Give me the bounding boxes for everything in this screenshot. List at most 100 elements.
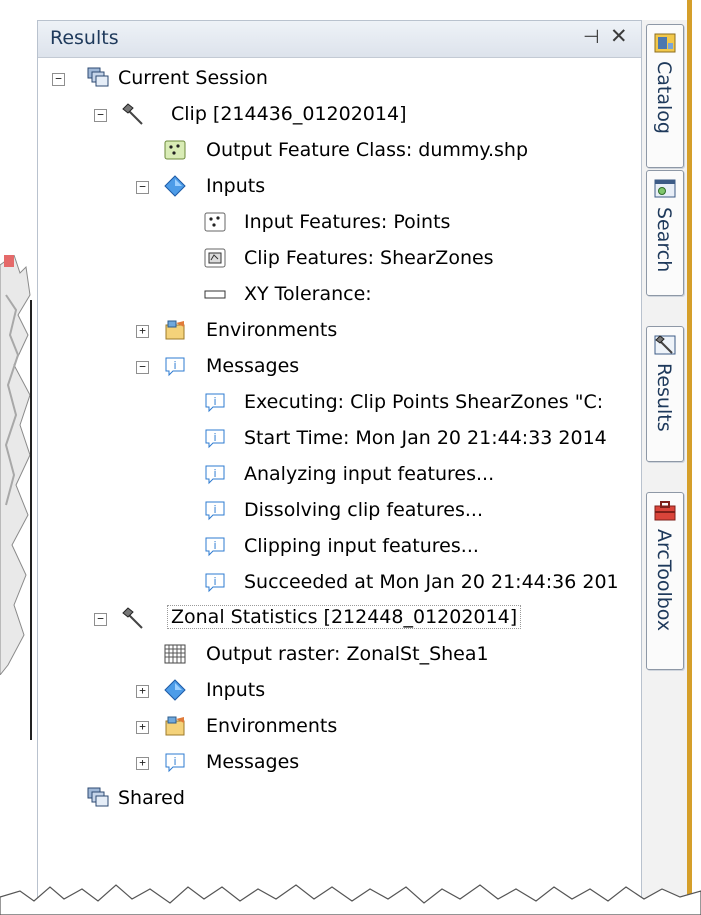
tree-node-zonal-messages[interactable]: + i Messages bbox=[38, 745, 642, 781]
info-icon: i bbox=[204, 427, 226, 449]
info-icon: i bbox=[204, 535, 226, 557]
svg-text:i: i bbox=[213, 503, 216, 516]
svg-text:i: i bbox=[213, 467, 216, 480]
svg-text:i: i bbox=[213, 431, 216, 444]
expand-icon[interactable]: + bbox=[136, 757, 149, 770]
tab-results[interactable]: Results bbox=[646, 326, 684, 462]
pin-icon[interactable]: ⊣ bbox=[583, 26, 600, 48]
node-label: XY Tolerance: bbox=[244, 283, 372, 305]
tab-label: Catalog bbox=[653, 61, 675, 134]
info-icon: i bbox=[164, 355, 186, 377]
message-item[interactable]: i Start Time: Mon Jan 20 21:44:33 2014 bbox=[38, 421, 642, 457]
expand-icon[interactable]: + bbox=[136, 325, 149, 338]
node-label: Input Features: Points bbox=[244, 211, 451, 233]
hammer-icon bbox=[122, 607, 144, 629]
svg-text:i: i bbox=[213, 575, 216, 588]
svg-text:i: i bbox=[213, 395, 216, 408]
collapse-icon[interactable]: − bbox=[94, 613, 107, 626]
tab-search[interactable]: Search bbox=[646, 170, 684, 296]
message-text: Executing: Clip Points ShearZones "C: bbox=[244, 391, 604, 413]
toolbox-icon bbox=[654, 501, 676, 521]
map-edge-line bbox=[30, 300, 32, 740]
tab-catalog[interactable]: Catalog bbox=[646, 24, 684, 168]
message-text: Succeeded at Mon Jan 20 21:44:36 201 bbox=[244, 571, 619, 593]
collapse-icon[interactable]: − bbox=[52, 73, 65, 86]
node-label: Messages bbox=[206, 355, 300, 377]
tree-node-input-features[interactable]: Input Features: Points bbox=[38, 205, 642, 241]
tree-node-xy-tolerance[interactable]: XY Tolerance: bbox=[38, 277, 642, 313]
tree-node-output-feature-class[interactable]: Output Feature Class: dummy.shp bbox=[38, 133, 642, 169]
node-label: Output Feature Class: dummy.shp bbox=[206, 139, 528, 161]
diamond-icon bbox=[164, 679, 186, 701]
node-label: Inputs bbox=[206, 679, 266, 701]
node-label: Environments bbox=[206, 715, 338, 737]
tab-label: Results bbox=[653, 363, 675, 432]
session-icon bbox=[87, 787, 109, 809]
node-label-selected: Zonal Statistics [212448_01202014] bbox=[167, 605, 522, 629]
info-icon: i bbox=[204, 463, 226, 485]
dock-accent-bar bbox=[687, 0, 692, 897]
tree-node-environments[interactable]: + Environments bbox=[38, 313, 642, 349]
tree-node-clip-features[interactable]: Clip Features: ShearZones bbox=[38, 241, 642, 277]
message-text: Clipping input features... bbox=[244, 535, 479, 557]
expand-icon[interactable]: + bbox=[136, 721, 149, 734]
node-label: Shared bbox=[118, 787, 185, 809]
node-label: Messages bbox=[206, 751, 300, 773]
collapse-icon[interactable]: − bbox=[136, 181, 149, 194]
message-item[interactable]: i Analyzing input features... bbox=[38, 457, 642, 493]
tree-node-zonal-statistics[interactable]: − Zonal Statistics [212448_01202014] bbox=[38, 601, 642, 637]
node-label: Clip [214436_01202014] bbox=[171, 103, 407, 125]
svg-text:i: i bbox=[173, 755, 176, 768]
tree-node-zonal-inputs[interactable]: + Inputs bbox=[38, 673, 642, 709]
message-item[interactable]: i Succeeded at Mon Jan 20 21:44:36 201 bbox=[38, 565, 642, 601]
panel-titlebar: Results ⊣ ✕ bbox=[38, 21, 642, 58]
info-icon: i bbox=[204, 571, 226, 593]
message-text: Analyzing input features... bbox=[244, 463, 495, 485]
results-panel: Results ⊣ ✕ − Current Session − Clip [21… bbox=[37, 20, 642, 911]
tab-label: Search bbox=[653, 207, 675, 273]
input-field-icon bbox=[204, 283, 226, 305]
message-text: Start Time: Mon Jan 20 21:44:33 2014 bbox=[244, 427, 607, 449]
expand-icon[interactable]: + bbox=[136, 685, 149, 698]
info-icon: i bbox=[204, 499, 226, 521]
info-icon: i bbox=[164, 751, 186, 773]
catalog-icon bbox=[654, 33, 676, 53]
tab-arctoolbox[interactable]: ArcToolbox bbox=[646, 492, 684, 670]
map-background-fragment bbox=[0, 255, 31, 675]
message-text: Dissolving clip features... bbox=[244, 499, 483, 521]
tree-node-current-session[interactable]: − Current Session bbox=[38, 61, 642, 97]
torn-edge-decoration bbox=[0, 884, 701, 915]
panel-title: Results bbox=[50, 27, 119, 49]
message-item[interactable]: i Dissolving clip features... bbox=[38, 493, 642, 529]
node-label: Inputs bbox=[206, 175, 266, 197]
node-label: Output raster: ZonalSt_Shea1 bbox=[206, 643, 489, 665]
search-window-icon bbox=[654, 179, 676, 198]
session-icon bbox=[87, 67, 109, 89]
tree-node-output-raster[interactable]: Output raster: ZonalSt_Shea1 bbox=[38, 637, 642, 673]
tree-node-shared[interactable]: Shared bbox=[38, 781, 642, 817]
collapse-icon[interactable]: − bbox=[94, 109, 107, 122]
polygon-features-icon bbox=[204, 247, 226, 269]
tree-node-inputs[interactable]: − Inputs bbox=[38, 169, 642, 205]
node-label: Clip Features: ShearZones bbox=[244, 247, 494, 269]
message-item[interactable]: i Executing: Clip Points ShearZones "C: bbox=[38, 385, 642, 421]
svg-text:i: i bbox=[213, 539, 216, 552]
tree-node-messages[interactable]: − i Messages bbox=[38, 349, 642, 385]
close-icon[interactable]: ✕ bbox=[610, 24, 628, 48]
message-item[interactable]: i Clipping input features... bbox=[38, 529, 642, 565]
environments-icon bbox=[164, 319, 186, 341]
node-label: Environments bbox=[206, 319, 338, 341]
tree-node-clip[interactable]: − Clip [214436_01202014] bbox=[38, 97, 642, 133]
environments-icon bbox=[164, 715, 186, 737]
tree-node-zonal-environments[interactable]: + Environments bbox=[38, 709, 642, 745]
raster-icon bbox=[164, 643, 186, 665]
tab-label: ArcToolbox bbox=[653, 529, 675, 632]
hammer-icon bbox=[122, 103, 144, 125]
node-label: Current Session bbox=[118, 67, 268, 89]
diamond-icon bbox=[164, 175, 186, 197]
point-feature-class-icon bbox=[164, 139, 186, 161]
results-hammer-icon bbox=[654, 335, 676, 355]
point-features-icon bbox=[204, 211, 226, 233]
collapse-icon[interactable]: − bbox=[136, 361, 149, 374]
results-tree: − Current Session − Clip [214436_0120201… bbox=[38, 57, 642, 907]
